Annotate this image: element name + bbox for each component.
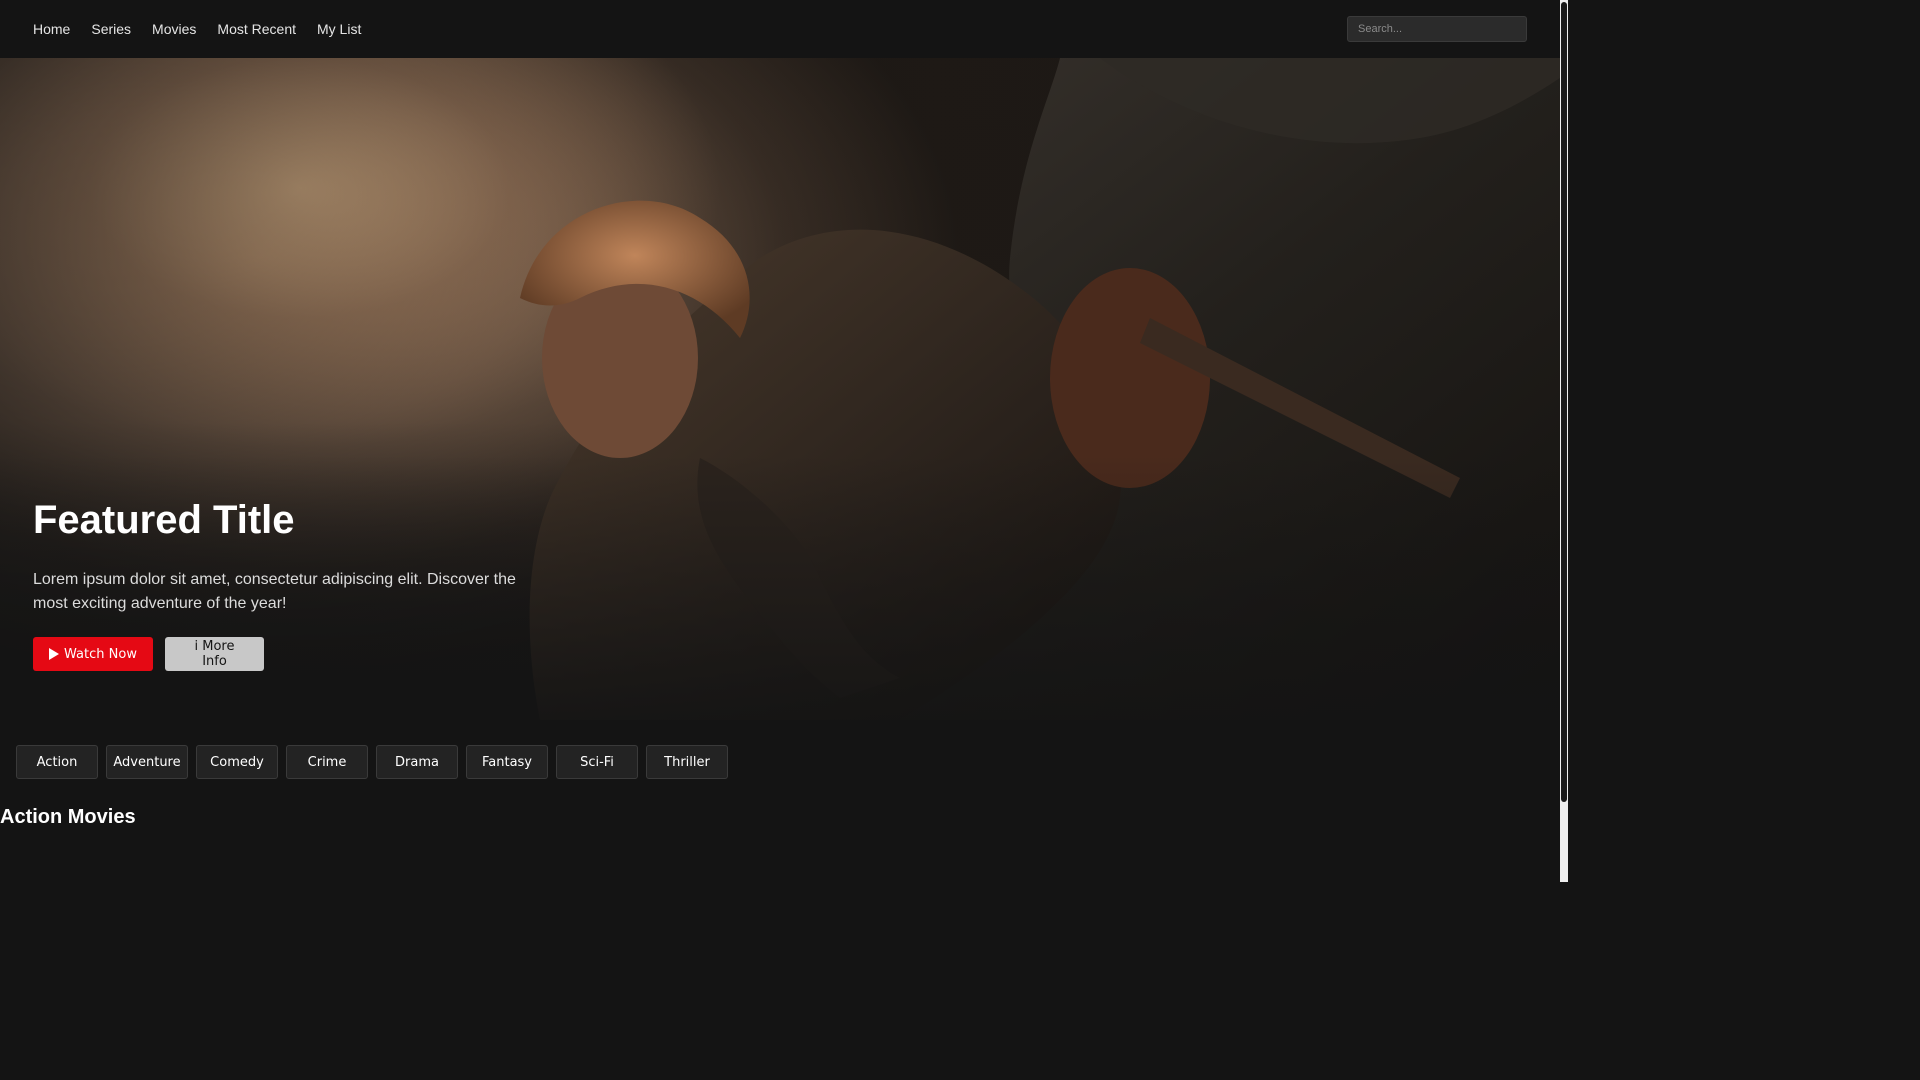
nav-link-series[interactable]: Series [91,21,131,37]
play-icon [49,648,60,660]
watch-now-label: Watch Now [64,646,137,662]
hero-buttons: Watch Now i More Info [33,637,553,671]
nav-link-home[interactable]: Home [33,21,70,37]
nav-link-my-list[interactable]: My List [317,21,361,37]
genre-button-sci-fi[interactable]: Sci-Fi [556,745,638,779]
genre-button-adventure[interactable]: Adventure [106,745,188,779]
genre-button-action[interactable]: Action [16,745,98,779]
more-info-button[interactable]: i More Info [165,637,264,671]
top-navbar: Home Series Movies Most Recent My List [0,0,1560,58]
section-title: Action Movies [0,806,136,828]
nav-link-movies[interactable]: Movies [152,21,196,37]
genre-button-drama[interactable]: Drama [376,745,458,779]
genre-button-fantasy[interactable]: Fantasy [466,745,548,779]
nav-links: Home Series Movies Most Recent My List [33,0,361,58]
scrollbar-thumb[interactable] [1561,2,1567,802]
hero-banner: Featured Title Lorem ipsum dolor sit ame… [0,58,1560,720]
hero-content: Featured Title Lorem ipsum dolor sit ame… [33,498,553,671]
watch-now-button[interactable]: Watch Now [33,637,153,671]
more-info-label: i More Info [194,639,235,669]
page: Home Series Movies Most Recent My List S… [0,0,1568,882]
hero-description: Lorem ipsum dolor sit amet, consectetur … [33,571,516,612]
nav-link-most-recent[interactable]: Most Recent [217,21,296,37]
search-input[interactable] [1347,16,1527,42]
genre-button-thriller[interactable]: Thriller [646,745,728,779]
genre-filter-bar: Action Adventure Comedy Crime Drama Fant… [16,745,728,779]
hero-title: Featured Title [33,498,295,542]
genre-button-comedy[interactable]: Comedy [196,745,278,779]
genre-button-crime[interactable]: Crime [286,745,368,779]
